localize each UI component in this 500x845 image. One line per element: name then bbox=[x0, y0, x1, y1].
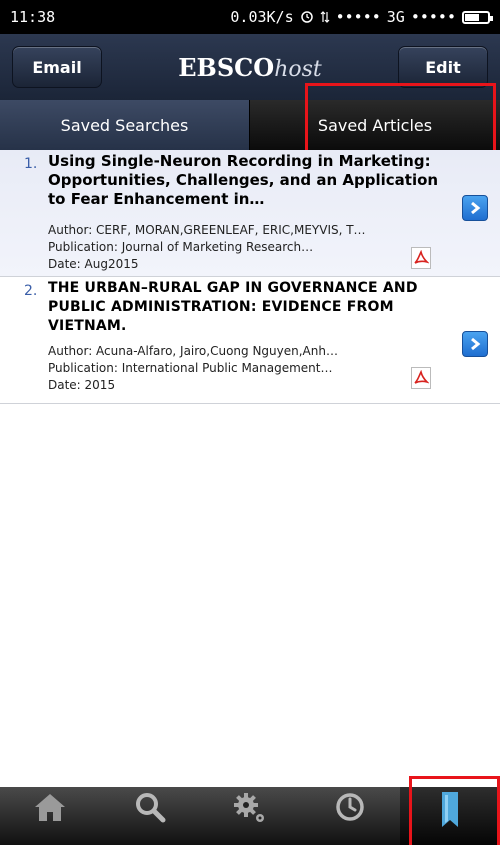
article-number: 1. bbox=[24, 156, 38, 172]
bottom-tab-bar bbox=[0, 787, 500, 845]
tab-settings[interactable] bbox=[200, 787, 300, 845]
battery-icon bbox=[462, 10, 493, 24]
article-title[interactable]: Using Single-Neuron Recording in Marketi… bbox=[48, 152, 443, 209]
status-right: 0.03K/s ••••• 3G ••••• bbox=[230, 8, 493, 26]
article-number: 2. bbox=[24, 283, 38, 299]
tab-saved-articles[interactable]: Saved Articles bbox=[250, 100, 500, 150]
network-speed: 0.03K/s bbox=[230, 8, 294, 26]
status-time: 11:38 bbox=[10, 8, 56, 26]
pdf-glyph-icon bbox=[414, 370, 429, 384]
signal-dots-left: ••••• bbox=[335, 8, 381, 26]
pdf-glyph-icon bbox=[414, 250, 429, 264]
bookmark-icon bbox=[442, 792, 458, 827]
chevron-right-icon bbox=[471, 201, 481, 215]
list-item[interactable]: 2. THE URBAN–RURAL GAP IN GOVERNANCE AND… bbox=[0, 277, 500, 404]
app-header: Email EBSCOhost Edit bbox=[0, 34, 500, 100]
article-date: Date: Aug2015 bbox=[48, 257, 139, 271]
list-item[interactable]: 1. Using Single-Neuron Recording in Mark… bbox=[0, 150, 500, 277]
article-detail-button[interactable] bbox=[462, 331, 488, 357]
tab-saved[interactable] bbox=[400, 787, 500, 845]
logo-main: EBSCO bbox=[178, 52, 275, 82]
article-title[interactable]: THE URBAN–RURAL GAP IN GOVERNANCE AND PU… bbox=[48, 279, 443, 336]
app-screen: 11:38 0.03K/s ••••• 3G ••••• Email EBSCO… bbox=[0, 0, 500, 845]
article-publication: Publication: Journal of Marketing Resear… bbox=[48, 240, 314, 254]
segment-tabs: Saved Searches Saved Articles bbox=[0, 100, 500, 150]
tab-saved-searches[interactable]: Saved Searches bbox=[0, 100, 250, 150]
tab-home[interactable] bbox=[0, 787, 100, 845]
logo-suffix: host bbox=[274, 56, 322, 82]
search-icon bbox=[136, 793, 166, 823]
status-bar: 11:38 0.03K/s ••••• 3G ••••• bbox=[0, 0, 500, 34]
article-author: Author: Acuna-Alfaro, Jairo,Cuong Nguyen… bbox=[48, 344, 338, 358]
home-icon bbox=[35, 794, 65, 821]
ebscohost-logo: EBSCOhost bbox=[178, 53, 321, 82]
clock-icon bbox=[336, 793, 364, 821]
data-transfer-icon bbox=[320, 11, 330, 23]
tab-history[interactable] bbox=[300, 787, 400, 845]
article-author: Author: CERF, MORAN,GREENLEAF, ERIC,MEYV… bbox=[48, 223, 366, 237]
saved-article-list: 1. Using Single-Neuron Recording in Mark… bbox=[0, 150, 500, 404]
pdf-icon[interactable] bbox=[411, 247, 431, 269]
article-detail-button[interactable] bbox=[462, 195, 488, 221]
pdf-icon[interactable] bbox=[411, 367, 431, 389]
tab-search[interactable] bbox=[100, 787, 200, 845]
article-publication: Publication: International Public Manage… bbox=[48, 361, 333, 375]
chevron-right-icon bbox=[471, 337, 481, 351]
article-date: Date: 2015 bbox=[48, 378, 116, 392]
signal-dots-right: ••••• bbox=[410, 8, 456, 26]
edit-button[interactable]: Edit bbox=[398, 46, 488, 88]
gear-icon bbox=[234, 793, 264, 822]
email-button[interactable]: Email bbox=[12, 46, 102, 88]
network-type: 3G bbox=[386, 8, 405, 26]
alarm-icon bbox=[300, 11, 313, 23]
